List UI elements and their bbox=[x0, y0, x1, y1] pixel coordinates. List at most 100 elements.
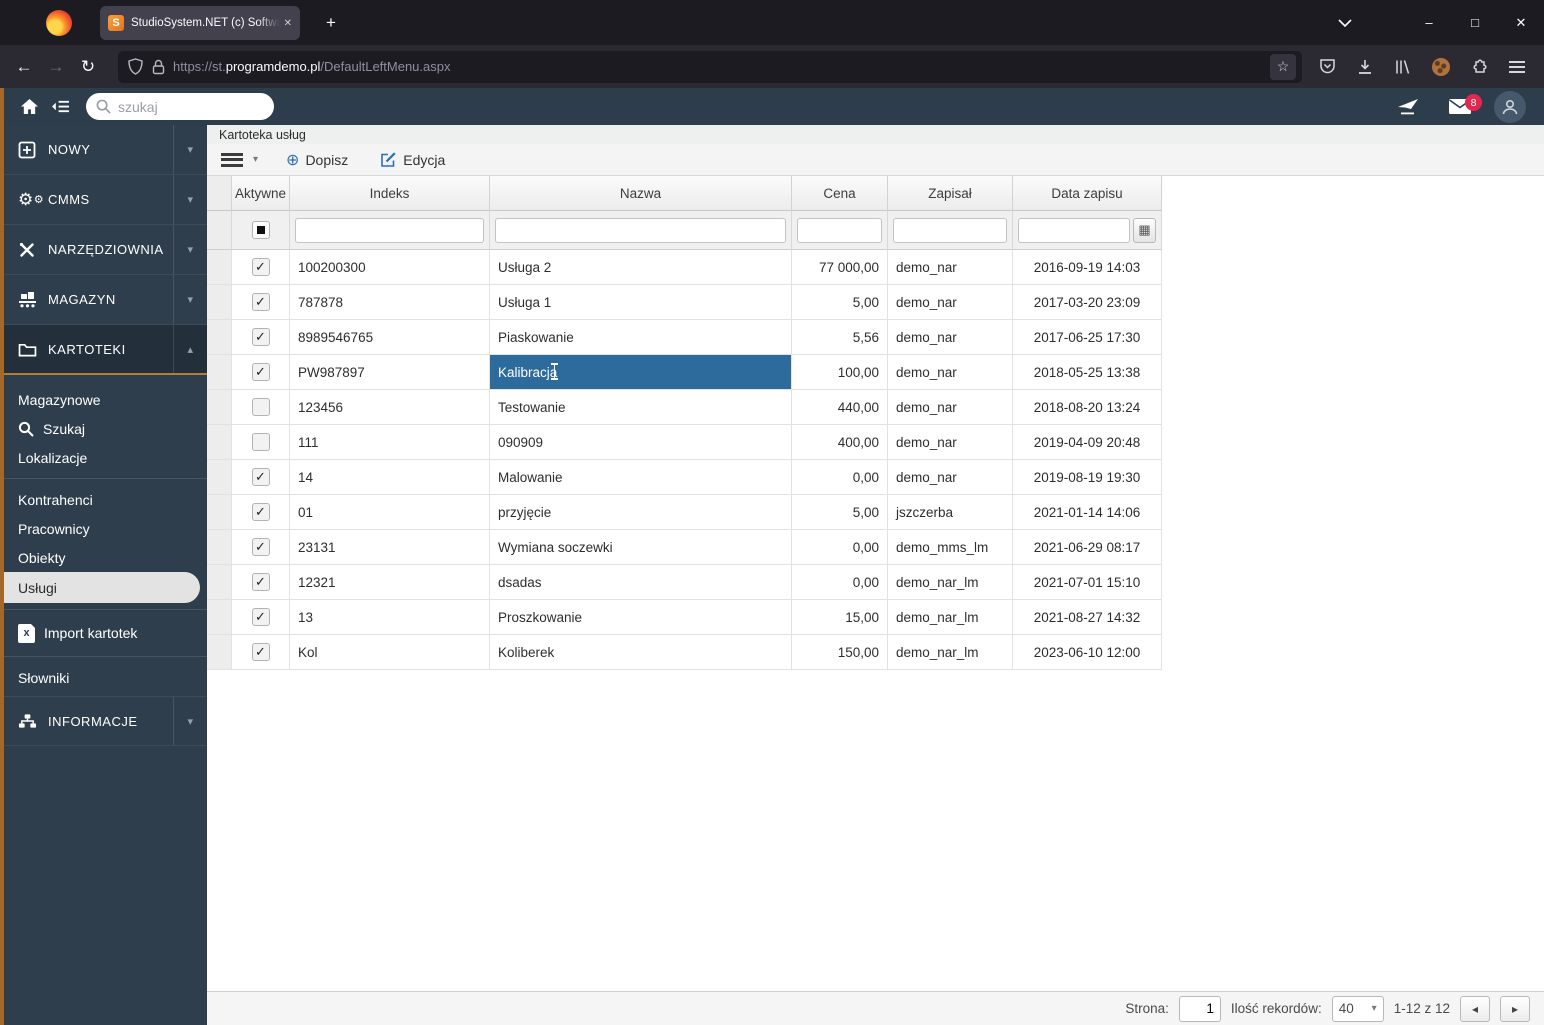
menu-hamburger-icon[interactable] bbox=[1502, 51, 1532, 83]
column-header-aktywne[interactable]: Aktywne bbox=[232, 176, 290, 211]
row-name-cell[interactable]: Malowanie bbox=[490, 460, 792, 495]
sidebar-item-magazyn[interactable]: MAGAZYN ▾ bbox=[4, 275, 207, 325]
row-savedby-cell[interactable]: demo_nar bbox=[888, 460, 1013, 495]
row-savedby-cell[interactable]: demo_nar bbox=[888, 250, 1013, 285]
row-savedat-cell[interactable]: 2017-03-20 23:09 bbox=[1013, 285, 1162, 320]
submenu-item-pracownicy[interactable]: Pracownicy bbox=[4, 514, 207, 543]
filter-nazwa-input[interactable] bbox=[495, 217, 786, 243]
row-active-checkbox[interactable]: ✓ bbox=[251, 608, 270, 626]
row-savedby-cell[interactable]: demo_nar_lm bbox=[888, 565, 1013, 600]
row-savedat-cell[interactable]: 2021-07-01 15:10 bbox=[1013, 565, 1162, 600]
row-index-cell[interactable]: 787878 bbox=[290, 285, 490, 320]
page-input[interactable] bbox=[1178, 995, 1221, 1022]
forward-button[interactable]: → bbox=[40, 51, 72, 83]
downloads-icon[interactable] bbox=[1350, 51, 1380, 83]
sidebar-item-informacje[interactable]: INFORMACJE ▾ bbox=[4, 696, 207, 746]
row-savedat-cell[interactable]: 2016-09-19 14:03 bbox=[1013, 250, 1162, 285]
filter-zapisal-input[interactable] bbox=[893, 217, 1007, 243]
row-active-checkbox[interactable]: ✓ bbox=[251, 538, 270, 556]
row-price-cell[interactable]: 5,00 bbox=[792, 285, 888, 320]
column-header-cena[interactable]: Cena bbox=[792, 176, 888, 211]
row-index-cell[interactable]: 100200300 bbox=[290, 250, 490, 285]
row-index-cell[interactable]: 12321 bbox=[290, 565, 490, 600]
pocket-icon[interactable] bbox=[1312, 51, 1342, 83]
row-index-cell[interactable]: 123456 bbox=[290, 390, 490, 425]
tab-list-chevron-icon[interactable] bbox=[1332, 10, 1358, 36]
row-name-cell[interactable]: Piaskowanie bbox=[490, 320, 792, 355]
submenu-item-lokalizacje[interactable]: Lokalizacje bbox=[4, 443, 207, 472]
row-name-cell[interactable]: Proszkowanie bbox=[490, 600, 792, 635]
chevron-down-icon[interactable]: ▾ bbox=[173, 125, 207, 174]
url-text[interactable]: https://st.programdemo.pl/DefaultLeftMen… bbox=[173, 59, 1270, 74]
chevron-down-icon[interactable]: ▾ bbox=[173, 697, 207, 745]
row-price-cell[interactable]: 440,00 bbox=[792, 390, 888, 425]
chevron-down-icon[interactable]: ▾ bbox=[173, 225, 207, 274]
row-savedat-cell[interactable]: 2018-08-20 13:24 bbox=[1013, 390, 1162, 425]
row-index-cell[interactable]: 23131 bbox=[290, 530, 490, 565]
back-button[interactable]: ← bbox=[8, 51, 40, 83]
home-icon[interactable] bbox=[20, 98, 39, 115]
column-header-zapisal[interactable]: Zapisał bbox=[888, 176, 1013, 211]
column-header-data-zapisu[interactable]: Data zapisu bbox=[1013, 176, 1162, 211]
chevron-up-icon[interactable]: ▴ bbox=[173, 325, 207, 373]
firefox-logo-icon[interactable] bbox=[46, 9, 72, 36]
filter-data-input[interactable] bbox=[1018, 217, 1130, 243]
calendar-icon[interactable]: ▦ bbox=[1133, 217, 1156, 243]
row-price-cell[interactable]: 5,00 bbox=[792, 495, 888, 530]
row-savedby-cell[interactable]: demo_mms_lm bbox=[888, 530, 1013, 565]
maximize-button[interactable]: □ bbox=[1452, 0, 1498, 45]
row-index-cell[interactable]: 8989546765 bbox=[290, 320, 490, 355]
messages-button[interactable]: 8 bbox=[1448, 94, 1482, 115]
extensions-puzzle-icon[interactable] bbox=[1464, 51, 1494, 83]
filter-indeks-input[interactable] bbox=[295, 217, 484, 243]
row-price-cell[interactable]: 5,56 bbox=[792, 320, 888, 355]
reload-button[interactable]: ↻ bbox=[72, 51, 104, 83]
row-price-cell[interactable]: 0,00 bbox=[792, 460, 888, 495]
sidebar-item-nowy[interactable]: NOWY ▾ bbox=[4, 125, 207, 175]
row-active-checkbox[interactable]: ✓ bbox=[251, 258, 270, 276]
column-header-indeks[interactable]: Indeks bbox=[290, 176, 490, 211]
row-name-cell[interactable]: Usługa 1 bbox=[490, 285, 792, 320]
row-savedat-cell[interactable]: 2023-06-10 12:00 bbox=[1013, 635, 1162, 670]
next-page-button[interactable]: ▸ bbox=[1500, 995, 1530, 1022]
row-name-cell[interactable]: Usługa 2 bbox=[490, 250, 792, 285]
row-savedat-cell[interactable]: 2021-06-29 08:17 bbox=[1013, 530, 1162, 565]
row-price-cell[interactable]: 100,00 bbox=[792, 355, 888, 390]
row-name-cell[interactable]: przyjęcie bbox=[490, 495, 792, 530]
row-index-cell[interactable]: 01 bbox=[290, 495, 490, 530]
row-price-cell[interactable]: 0,00 bbox=[792, 565, 888, 600]
column-header-nazwa[interactable]: Nazwa bbox=[490, 176, 792, 211]
submenu-item-obiekty[interactable]: Obiekty bbox=[4, 543, 207, 572]
grid-menu-icon[interactable] bbox=[221, 152, 243, 167]
row-savedby-cell[interactable]: demo_nar_lm bbox=[888, 600, 1013, 635]
shield-icon[interactable] bbox=[128, 58, 143, 75]
row-active-checkbox[interactable]: ✓ bbox=[251, 328, 270, 346]
tab-close-icon[interactable]: ✕ bbox=[284, 18, 292, 29]
row-savedby-cell[interactable]: demo_nar bbox=[888, 355, 1013, 390]
row-active-checkbox[interactable]: ✓ bbox=[251, 468, 270, 486]
row-savedby-cell[interactable]: jszczerba bbox=[888, 495, 1013, 530]
row-index-cell[interactable]: 14 bbox=[290, 460, 490, 495]
close-button[interactable]: ✕ bbox=[1498, 0, 1544, 45]
row-name-cell[interactable]: Testowanie bbox=[490, 390, 792, 425]
edycja-button[interactable]: Edycja bbox=[380, 151, 445, 168]
dopisz-button[interactable]: ⊕ Dopisz bbox=[286, 150, 348, 170]
bookmark-star-icon[interactable]: ☆ bbox=[1270, 53, 1296, 80]
sidebar-item-narzedziownia[interactable]: NARZĘDZIOWNIA ▾ bbox=[4, 225, 207, 275]
submenu-item-kontrahenci[interactable]: Kontrahenci bbox=[4, 485, 207, 514]
sidebar-item-kartoteki[interactable]: KARTOTEKI ▴ bbox=[4, 325, 207, 375]
row-index-cell[interactable]: PW987897 bbox=[290, 355, 490, 390]
row-active-checkbox[interactable]: ✓ bbox=[251, 363, 270, 381]
row-name-cell[interactable]: dsadas bbox=[490, 565, 792, 600]
collapse-menu-icon[interactable] bbox=[51, 99, 70, 114]
row-active-checkbox[interactable]: ✓ bbox=[251, 503, 270, 521]
records-select[interactable]: 40 ▾ bbox=[1331, 995, 1384, 1022]
filter-active-checkbox[interactable] bbox=[251, 221, 270, 239]
search-input[interactable] bbox=[118, 98, 238, 115]
submenu-item-import-kartotek[interactable]: x Import kartotek bbox=[4, 616, 207, 650]
row-active-checkbox[interactable]: ✓ bbox=[251, 293, 270, 311]
row-name-cell[interactable]: 090909 bbox=[490, 425, 792, 460]
row-index-cell[interactable]: 111 bbox=[290, 425, 490, 460]
row-savedby-cell[interactable]: demo_nar bbox=[888, 425, 1013, 460]
grid-menu-chevron-icon[interactable]: ▾ bbox=[253, 154, 258, 165]
